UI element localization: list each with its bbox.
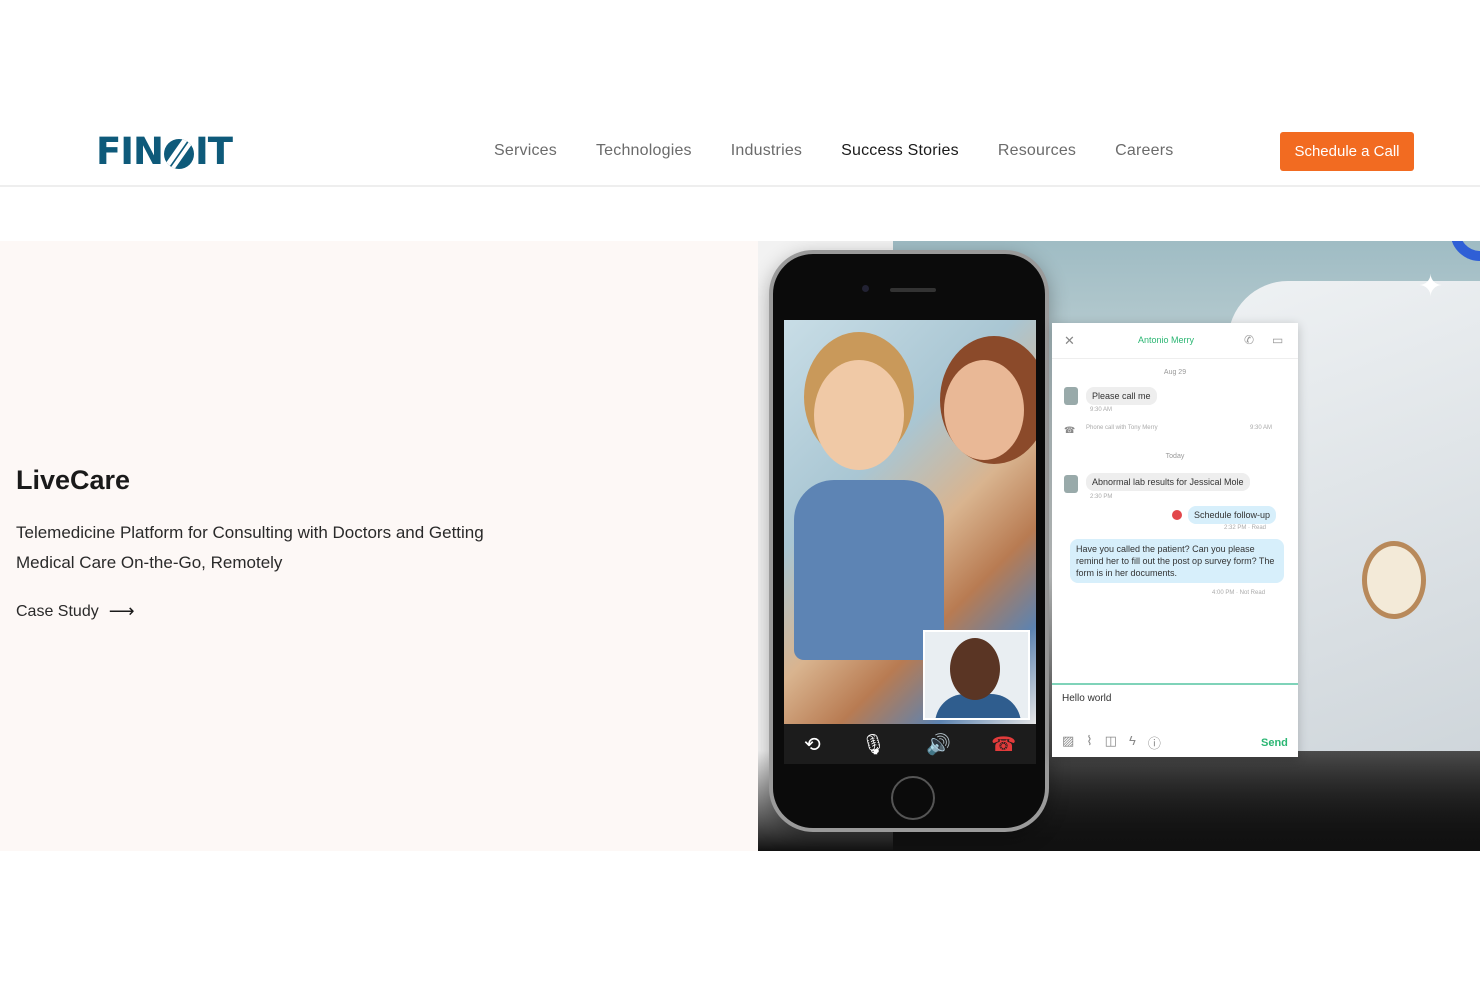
message-time: 4:00 PM · Not Read — [1212, 590, 1266, 596]
call-log-text: Phone call with Tony Merry — [1086, 425, 1158, 431]
child-face — [814, 360, 904, 470]
call-log-time: 9:30 AM — [1250, 425, 1273, 431]
hero-subtitle: Telemedicine Platform for Consulting wit… — [16, 523, 484, 572]
chat-message: Schedule follow-up — [1188, 506, 1277, 524]
phone-mockup: ⟲ 🎙 🔊 ☎ — [769, 250, 1049, 832]
speaker-icon[interactable]: 🔊 — [926, 732, 951, 757]
avatar — [1064, 387, 1078, 405]
sparkle-icon: ✦ — [1418, 270, 1444, 303]
info-icon[interactable]: ⓘ — [1148, 733, 1161, 752]
phone-icon[interactable]: ✆ — [1244, 333, 1254, 347]
attachment-toolbar: ▨ ⌇ ◫ ϟ ⓘ — [1062, 733, 1161, 752]
video-call-screen: ⟲ 🎙 🔊 ☎ — [784, 320, 1036, 764]
chat-window: ✕ Antonio Merry ✆ ▭ Aug 29 Please call m… — [1052, 323, 1298, 757]
hero-text-panel: LiveCare Telemedicine Platform for Consu… — [0, 241, 758, 851]
mother-face — [944, 360, 1024, 460]
chat-header: ✕ Antonio Merry ✆ ▭ — [1052, 323, 1298, 359]
hero-title: LiveCare — [16, 465, 131, 495]
nav-services[interactable]: Services — [494, 142, 557, 160]
main-nav: Services Technologies Industries Success… — [494, 105, 1212, 197]
lightning-icon[interactable]: ϟ — [1129, 733, 1136, 752]
nav-resources[interactable]: Resources — [998, 142, 1076, 160]
microphone-icon[interactable]: 🎙 — [861, 732, 886, 757]
end-call-icon[interactable]: ☎ — [991, 732, 1016, 757]
nav-success-stories[interactable]: Success Stories — [841, 142, 959, 160]
logo-mark-icon — [164, 139, 195, 169]
image-icon[interactable]: ▨ — [1062, 733, 1074, 752]
child-figure — [794, 480, 944, 660]
avatar — [1064, 475, 1078, 493]
phone-camera — [862, 285, 869, 292]
chat-message: Abnormal lab results for Jessical Mole — [1086, 473, 1250, 491]
alert-icon — [1172, 510, 1182, 520]
chat-date-divider: Aug 29 — [1163, 369, 1187, 376]
chat-date-divider: Today — [1165, 453, 1185, 460]
send-button[interactable]: Send — [1261, 737, 1288, 749]
nav-technologies[interactable]: Technologies — [596, 142, 692, 160]
chat-message: Have you called the patient? Can you ple… — [1070, 539, 1284, 583]
paperclip-icon[interactable]: ⌇ — [1086, 733, 1092, 752]
nav-careers[interactable]: Careers — [1115, 142, 1173, 160]
logo-text-end: IT — [195, 129, 233, 173]
phone-speaker — [890, 288, 936, 292]
message-time: 9:30 AM — [1090, 407, 1113, 413]
doctor-face — [950, 638, 1000, 700]
chat-contact-name[interactable]: Antonio Merry — [1138, 335, 1194, 345]
nav-industries[interactable]: Industries — [731, 142, 802, 160]
message-time: 2:32 PM · Read — [1224, 525, 1267, 531]
arrow-right-icon: ⟶ — [108, 601, 135, 621]
chat-message: Please call me — [1086, 387, 1157, 405]
camera-icon[interactable]: ◫ — [1105, 733, 1117, 752]
logo-text-start: FIN — [96, 129, 164, 173]
wristwatch-image — [1362, 541, 1426, 619]
case-study-label: Case Study — [16, 602, 99, 620]
phone-home-button — [891, 776, 935, 820]
finoit-logo[interactable]: FIN IT — [96, 129, 233, 173]
schedule-call-button[interactable]: Schedule a Call — [1280, 132, 1414, 171]
message-input-area[interactable]: Hello world ▨ ⌇ ◫ ϟ ⓘ Send — [1052, 683, 1298, 757]
switch-camera-icon[interactable]: ⟲ — [804, 732, 821, 757]
call-log-icon: ☎ — [1064, 425, 1076, 435]
case-study-link[interactable]: Case Study ⟶ — [16, 601, 135, 622]
message-input[interactable]: Hello world — [1062, 693, 1111, 704]
call-controls: ⟲ 🎙 🔊 ☎ — [784, 724, 1036, 764]
video-camera-icon[interactable]: ▭ — [1272, 333, 1283, 347]
message-time: 2:30 PM — [1090, 494, 1113, 500]
video-feed-doctor — [923, 630, 1030, 720]
site-header: FIN IT Services Technologies Industries … — [0, 105, 1480, 187]
hero-image: ✦ ⟲ 🎙 🔊 ☎ ✕ Antonio Merry ✆ ▭ Aug 29 Ple… — [758, 241, 1480, 851]
close-icon[interactable]: ✕ — [1064, 333, 1075, 349]
